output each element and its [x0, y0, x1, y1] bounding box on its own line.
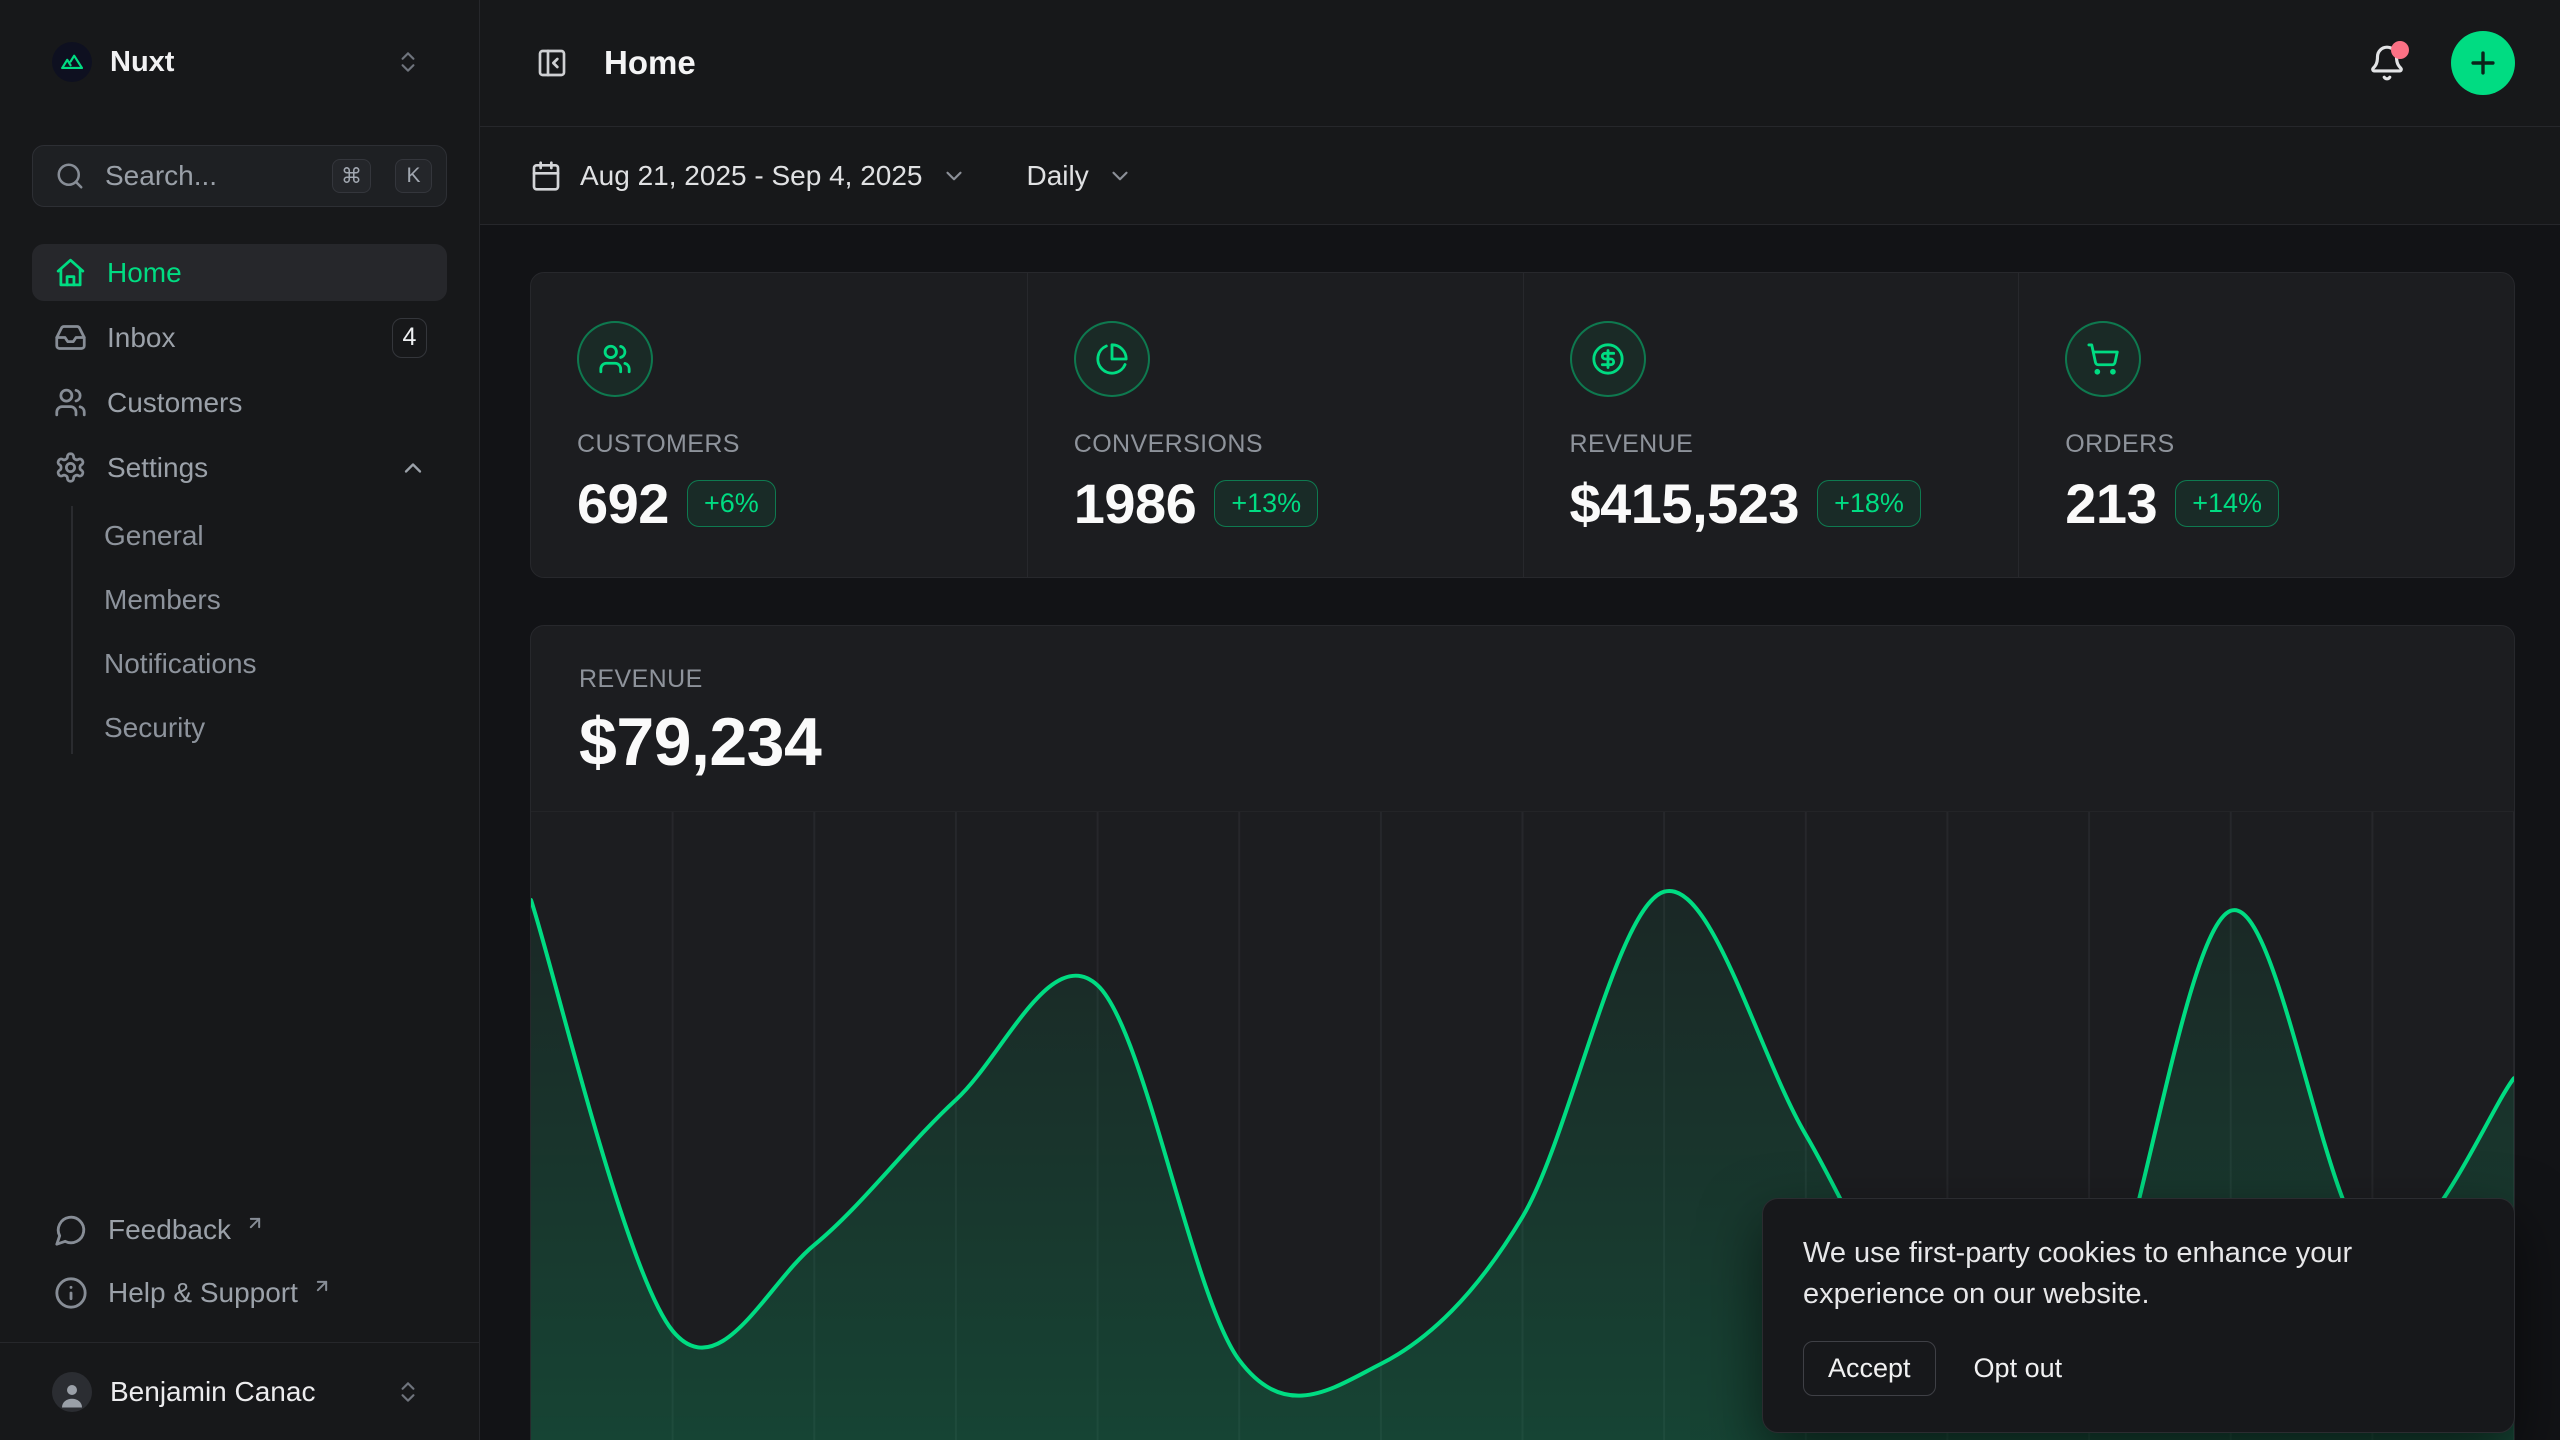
stat-delta-badge: +6%: [687, 480, 776, 527]
stat-revenue: REVENUE $415,523 +18%: [1523, 273, 2019, 577]
stat-value: 692: [577, 471, 669, 536]
page-title: Home: [604, 44, 696, 82]
external-link-arrow-icon: [245, 1213, 265, 1233]
notifications-button[interactable]: [2365, 41, 2409, 85]
stat-delta-badge: +18%: [1817, 480, 1921, 527]
cookie-banner: We use first-party cookies to enhance yo…: [1762, 1198, 2515, 1433]
calendar-icon: [530, 160, 562, 192]
stat-delta-badge: +14%: [2175, 480, 2279, 527]
feedback-label: Feedback: [108, 1214, 231, 1246]
user-avatar: [52, 1372, 92, 1412]
settings-subnav: General Members Notifications Security: [32, 504, 447, 760]
workspace-selector[interactable]: Nuxt: [32, 38, 447, 86]
house-icon: [54, 256, 87, 289]
feedback-link[interactable]: Feedback: [32, 1198, 447, 1261]
chat-bubble-icon: [54, 1213, 88, 1247]
kbd-meta-key: ⌘: [332, 159, 371, 193]
info-circle-icon: [54, 1276, 88, 1310]
help-support-link[interactable]: Help & Support: [32, 1261, 447, 1324]
revenue-panel-label: REVENUE: [579, 664, 2466, 694]
stats-summary-card: CUSTOMERS 692 +6% CONVERSIONS 1986 +13%: [530, 272, 2515, 578]
workspace-name: Nuxt: [110, 46, 377, 79]
unread-notification-dot: [2391, 41, 2409, 59]
stat-value: $415,523: [1570, 471, 1800, 536]
cookie-message: We use first-party cookies to enhance yo…: [1803, 1233, 2474, 1315]
stat-conversions: CONVERSIONS 1986 +13%: [1027, 273, 1523, 577]
chevron-up-icon: [399, 454, 427, 482]
sidebar-nav: Home Inbox 4 Customers Settings General …: [32, 244, 447, 760]
cookie-optout-button[interactable]: Opt out: [1974, 1353, 2063, 1384]
stat-value: 213: [2065, 471, 2157, 536]
search-input[interactable]: Search... ⌘ K: [32, 145, 447, 207]
stat-customers: CUSTOMERS 692 +6%: [531, 273, 1027, 577]
sidebar-item-security[interactable]: Security: [104, 696, 447, 760]
sidebar-item-general[interactable]: General: [104, 504, 447, 568]
sidebar-item-home[interactable]: Home: [32, 244, 447, 301]
chevron-down-icon: [1107, 163, 1133, 189]
help-support-label: Help & Support: [108, 1277, 298, 1309]
inbox-count-badge: 4: [392, 318, 427, 358]
cookie-accept-button[interactable]: Accept: [1803, 1341, 1936, 1396]
revenue-panel-value: $79,234: [579, 704, 2466, 780]
top-header: Home: [480, 0, 2560, 127]
external-link-arrow-icon: [312, 1276, 332, 1296]
stat-label: ORDERS: [2065, 430, 2484, 459]
date-range-value: Aug 21, 2025 - Sep 4, 2025: [580, 160, 923, 192]
stat-value: 1986: [1074, 471, 1197, 536]
stat-orders: ORDERS 213 +14%: [2018, 273, 2514, 577]
stat-label: REVENUE: [1570, 430, 1989, 459]
stat-label: CUSTOMERS: [577, 430, 997, 459]
filters-bar: Aug 21, 2025 - Sep 4, 2025 Daily: [480, 127, 2560, 225]
stat-label: CONVERSIONS: [1074, 430, 1493, 459]
stat-delta-badge: +13%: [1214, 480, 1318, 527]
sidebar-item-label: Inbox: [107, 322, 372, 354]
pie-chart-icon: [1074, 321, 1150, 397]
plus-icon: [2466, 46, 2500, 80]
sidebar-item-settings[interactable]: Settings: [32, 439, 447, 496]
nuxt-logo-icon: [52, 42, 92, 82]
user-name: Benjamin Canac: [110, 1376, 377, 1408]
user-menu[interactable]: Benjamin Canac: [32, 1343, 447, 1440]
app-root: Nuxt Search... ⌘ K Home Inbox 4 Customer…: [0, 0, 2560, 1440]
granularity-value: Daily: [1027, 160, 1089, 192]
chevrons-up-down-icon: [395, 49, 421, 75]
sidebar: Nuxt Search... ⌘ K Home Inbox 4 Customer…: [0, 0, 480, 1440]
dollar-circle-icon: [1570, 321, 1646, 397]
panel-left-close-icon: [536, 47, 568, 79]
collapse-sidebar-button[interactable]: [530, 41, 574, 85]
search-icon: [55, 161, 85, 191]
search-placeholder: Search...: [105, 160, 308, 192]
shopping-cart-icon: [2065, 321, 2141, 397]
granularity-select[interactable]: Daily: [1027, 160, 1133, 192]
chevron-down-icon: [941, 163, 967, 189]
sidebar-item-notifications[interactable]: Notifications: [104, 632, 447, 696]
gear-icon: [54, 451, 87, 484]
date-range-picker[interactable]: Aug 21, 2025 - Sep 4, 2025: [530, 160, 967, 192]
sidebar-item-customers[interactable]: Customers: [32, 374, 447, 431]
sidebar-item-label: Home: [107, 257, 427, 289]
sidebar-item-members[interactable]: Members: [104, 568, 447, 632]
inbox-icon: [54, 321, 87, 354]
sidebar-item-label: Settings: [107, 452, 379, 484]
sidebar-item-label: Customers: [107, 387, 427, 419]
kbd-k-key: K: [395, 159, 432, 193]
users-icon: [577, 321, 653, 397]
add-button[interactable]: [2451, 31, 2515, 95]
users-icon: [54, 386, 87, 419]
subnav-guide-line: [71, 506, 73, 754]
chevrons-up-down-icon: [395, 1379, 421, 1405]
sidebar-item-inbox[interactable]: Inbox 4: [32, 309, 447, 366]
